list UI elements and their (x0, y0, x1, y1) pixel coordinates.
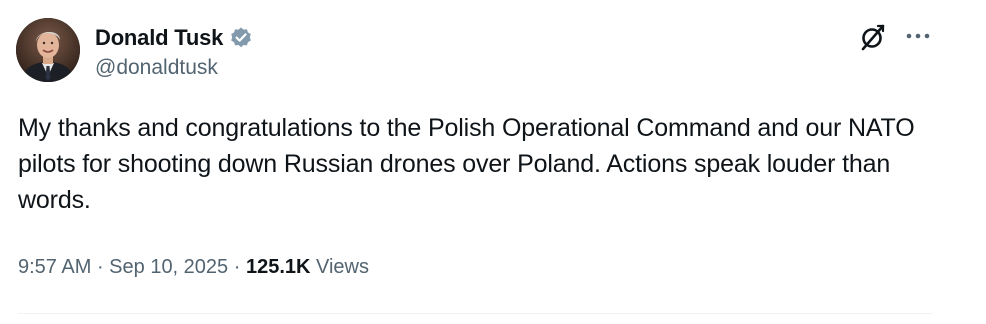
tweet-time[interactable]: 9:57 AM (18, 256, 91, 279)
meta-separator: · (228, 256, 246, 278)
tweet-card: Donald Tusk @donaldtusk My thanks and co… (0, 0, 986, 324)
verified-badge-icon[interactable] (229, 26, 253, 50)
grok-icon[interactable] (858, 22, 888, 52)
meta-separator: · (91, 256, 110, 278)
author-name-row: Donald Tusk (95, 24, 253, 52)
author-display-name[interactable]: Donald Tusk (95, 25, 223, 51)
tweet-meta: 9:57 AM · Sep 10, 2025 · 125.1K Views (18, 256, 369, 279)
views-label: Views (310, 256, 369, 278)
tweet-text: My thanks and congratulations to the Pol… (18, 114, 915, 214)
divider (18, 313, 932, 314)
avatar[interactable] (16, 18, 80, 82)
more-options-icon[interactable] (902, 24, 934, 48)
tweet-date[interactable]: Sep 10, 2025 (109, 256, 228, 279)
author-handle[interactable]: @donaldtusk (95, 56, 218, 80)
views-count[interactable]: 125.1K (246, 256, 311, 279)
